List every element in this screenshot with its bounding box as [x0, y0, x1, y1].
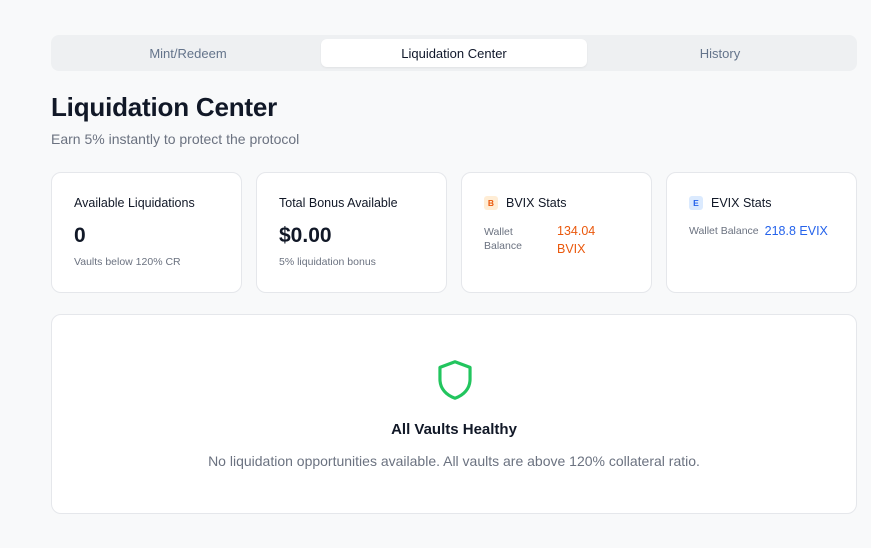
bvix-balance-value: 134.04 BVIX	[557, 224, 596, 256]
card-note: Vaults below 120% CR	[74, 256, 181, 268]
bvix-stats-header: B BVIX Stats	[484, 196, 629, 210]
bvix-stats-title: BVIX Stats	[506, 196, 567, 210]
page-title: Liquidation Center	[51, 92, 278, 122]
available-liquidations-card: Available Liquidations 0 Vaults below 12…	[51, 172, 242, 293]
total-bonus-value: $0.00	[279, 224, 332, 247]
tab-history[interactable]: History	[587, 39, 853, 67]
tab-bar: Mint/Redeem Liquidation Center History	[51, 35, 857, 71]
vaults-healthy-panel: All Vaults Healthy No liquidation opport…	[51, 314, 857, 514]
wallet-balance-label: Wallet Balance	[484, 226, 522, 252]
evix-balance-row: Wallet Balance 218.8 EVIX	[689, 222, 834, 240]
available-liquidations-value: 0	[74, 224, 86, 247]
evix-stats-card: E EVIX Stats Wallet Balance 218.8 EVIX	[666, 172, 857, 293]
evix-stats-header: E EVIX Stats	[689, 196, 834, 210]
bvix-balance-row: Wallet Balance 134.04 BVIX	[484, 222, 629, 258]
card-title: Available Liquidations	[74, 196, 195, 210]
bvix-token-icon: B	[484, 196, 498, 210]
card-title: Total Bonus Available	[279, 196, 398, 210]
bvix-stats-card: B BVIX Stats Wallet Balance 134.04 BVIX	[461, 172, 652, 293]
evix-token-icon: E	[689, 196, 703, 210]
wallet-balance-label: Wallet Balance	[689, 225, 759, 237]
total-bonus-card: Total Bonus Available $0.00 5% liquidati…	[256, 172, 447, 293]
page-subtitle: Earn 5% instantly to protect the protoco…	[51, 131, 300, 147]
shield-icon	[438, 360, 472, 400]
tab-liquidation-center[interactable]: Liquidation Center	[321, 39, 587, 67]
healthy-title: All Vaults Healthy	[391, 421, 517, 438]
healthy-description: No liquidation opportunities available. …	[208, 453, 700, 469]
evix-balance-value: 218.8 EVIX	[764, 224, 828, 238]
tab-mint-redeem[interactable]: Mint/Redeem	[55, 39, 321, 67]
evix-stats-title: EVIX Stats	[711, 196, 772, 210]
card-note: 5% liquidation bonus	[279, 256, 376, 268]
